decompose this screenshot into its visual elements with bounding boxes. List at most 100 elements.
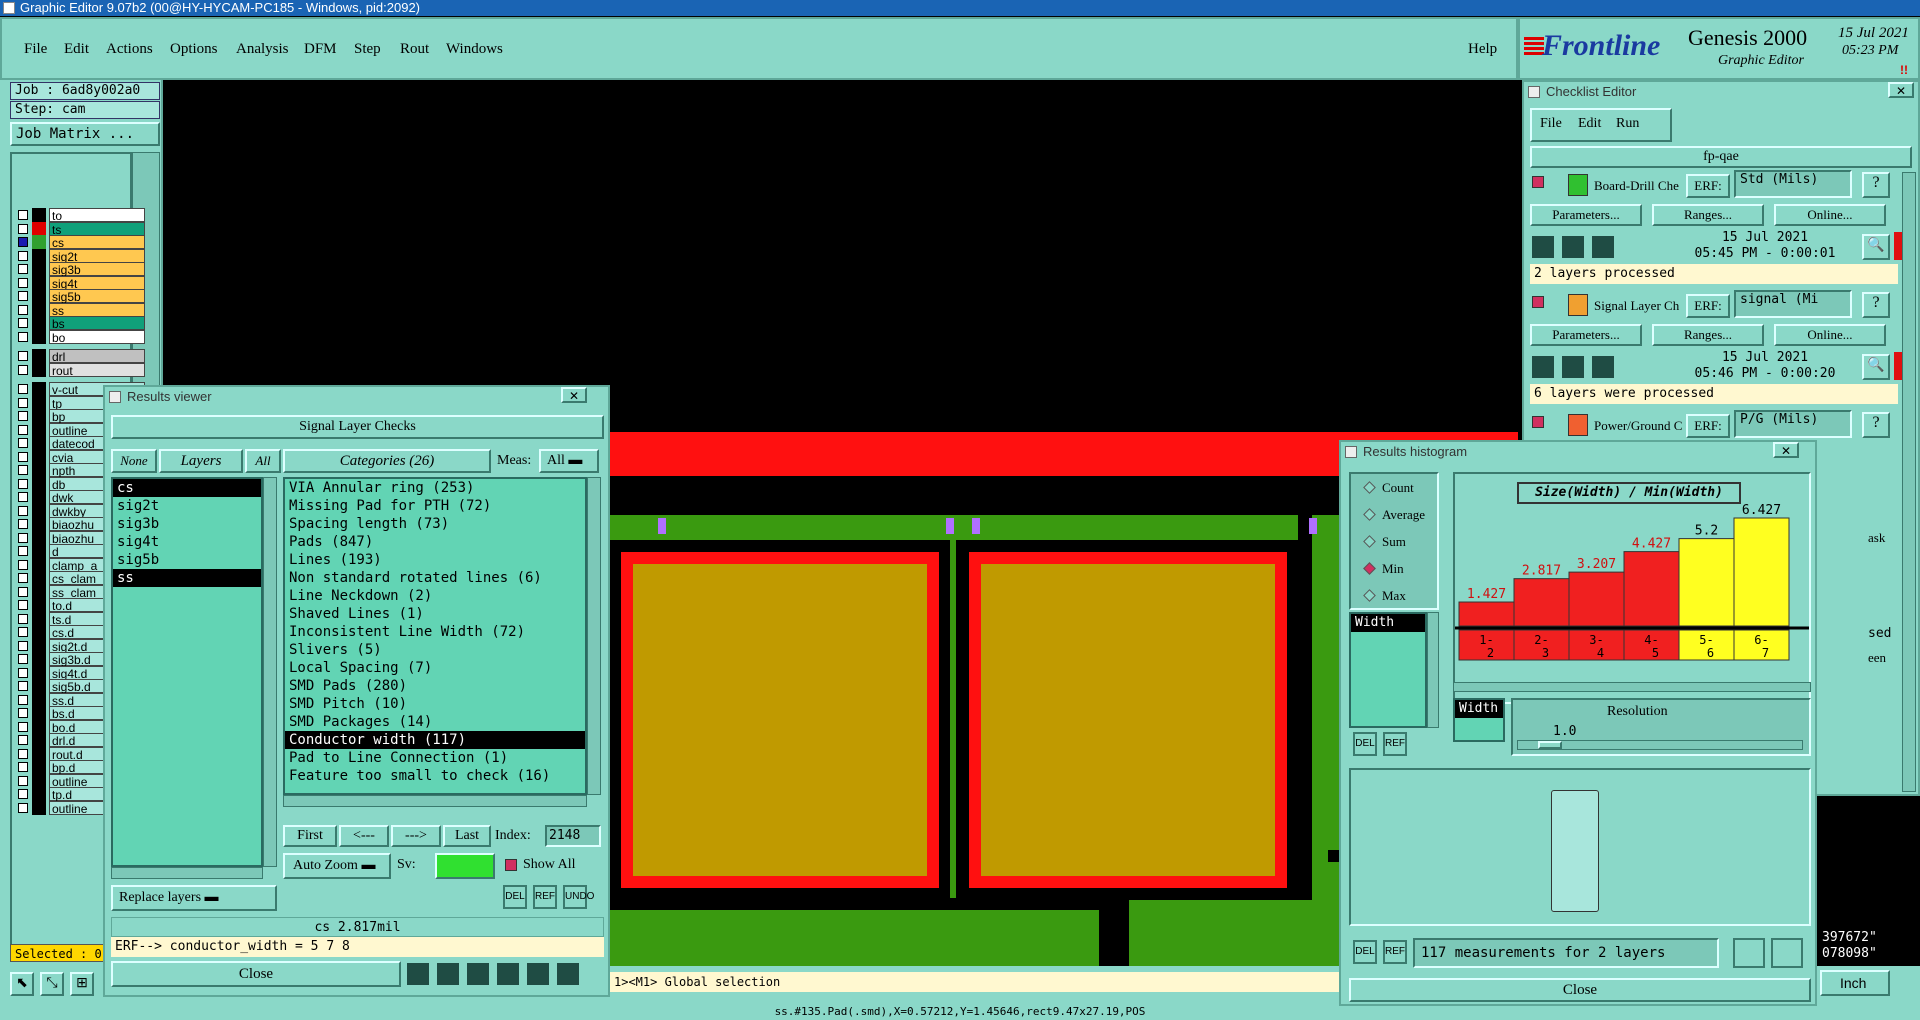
layer-checkbox[interactable] <box>18 237 28 247</box>
check2-zoom-icon[interactable]: 🔍 <box>1862 354 1890 380</box>
menu-rout[interactable]: Rout <box>400 41 429 58</box>
result-layer-item[interactable]: cs <box>113 479 261 497</box>
layer-checkbox[interactable] <box>18 291 28 301</box>
check2-params-button[interactable]: Parameters... <box>1530 324 1642 346</box>
category-item[interactable]: Non standard rotated lines (6) <box>285 569 585 587</box>
layer-row[interactable]: drl <box>14 349 145 364</box>
category-item[interactable]: Feature too small to check (16) <box>285 767 585 785</box>
layer-checkbox[interactable] <box>18 573 28 583</box>
cl-menu-file[interactable]: File <box>1540 116 1562 132</box>
category-item[interactable]: Inconsistent Line Width (72) <box>285 623 585 641</box>
layer-name[interactable]: sig3b <box>49 262 145 277</box>
category-item[interactable]: SMD Pads (280) <box>285 677 585 695</box>
check2-run-icon-2[interactable] <box>1560 354 1586 380</box>
close-icon[interactable]: ✕ <box>1773 442 1799 458</box>
checklist-vscroll[interactable] <box>1902 172 1916 792</box>
layer-checkbox[interactable] <box>18 681 28 691</box>
check1-online-button[interactable]: Online... <box>1774 204 1886 226</box>
layers-none-button[interactable]: None <box>111 449 157 473</box>
layer-checkbox[interactable] <box>18 519 28 529</box>
job-matrix-button[interactable]: Job Matrix ... <box>10 122 160 146</box>
layer-checkbox[interactable] <box>18 735 28 745</box>
check1-name[interactable]: Board-Drill Che <box>1594 178 1684 194</box>
histogram-bar[interactable] <box>1458 601 1515 627</box>
menu-file[interactable]: File <box>24 41 47 58</box>
check2-enable[interactable] <box>1532 296 1544 308</box>
category-item[interactable]: Slivers (5) <box>285 641 585 659</box>
mode-sum-radio[interactable]: Sum <box>1363 534 1406 550</box>
result-layer-item[interactable]: sig5b <box>113 551 261 569</box>
tool-icon-4[interactable] <box>495 961 521 987</box>
layer-row[interactable]: sig3b <box>14 262 145 277</box>
resolution-slider-thumb[interactable] <box>1538 741 1562 749</box>
layer-row[interactable]: bo <box>14 329 145 345</box>
cl-menu-run[interactable]: Run <box>1616 116 1639 132</box>
layer-checkbox[interactable] <box>18 667 28 678</box>
tool-icon-2[interactable] <box>435 961 461 987</box>
layer-checkbox[interactable] <box>18 364 28 375</box>
layer-checkbox[interactable] <box>18 762 28 772</box>
layer-checkbox[interactable] <box>18 424 28 435</box>
check2-ranges-button[interactable]: Ranges... <box>1652 324 1764 346</box>
layer-checkbox[interactable] <box>18 397 28 408</box>
category-item[interactable]: SMD Pitch (10) <box>285 695 585 713</box>
mode-max-radio[interactable]: Max <box>1363 588 1406 604</box>
check3-erf-value[interactable]: P/G (Mils) <box>1734 410 1852 438</box>
field-width-item[interactable]: Width <box>1351 614 1425 632</box>
layers-button[interactable]: Layers <box>159 449 243 473</box>
check3-enable[interactable] <box>1532 416 1544 428</box>
chart-hscroll[interactable] <box>1453 682 1811 692</box>
layers-all-button[interactable]: All <box>245 449 281 473</box>
first-button[interactable]: First <box>283 825 337 847</box>
check1-help-icon[interactable]: ? <box>1862 172 1890 198</box>
layer-row[interactable]: rout <box>14 362 145 378</box>
menu-dfm[interactable]: DFM <box>304 41 337 58</box>
check2-online-button[interactable]: Online... <box>1774 324 1886 346</box>
category-item[interactable]: Local Spacing (7) <box>285 659 585 677</box>
resolution-field-item[interactable]: Width <box>1455 700 1503 718</box>
histogram-bar[interactable] <box>1513 578 1570 627</box>
layer-checkbox[interactable] <box>18 775 28 786</box>
hist-del-button-2[interactable]: DEL <box>1353 940 1377 964</box>
layer-checkbox[interactable] <box>18 250 28 261</box>
layer-results-list[interactable]: cs sig2t sig3b sig4t sig5b ss <box>111 477 263 867</box>
layer-name[interactable]: drl <box>49 349 145 364</box>
layer-checkbox[interactable] <box>18 748 28 759</box>
sv-select[interactable] <box>435 853 495 879</box>
layer-name[interactable]: cs <box>49 235 145 250</box>
last-button[interactable]: Last <box>443 825 491 847</box>
layer-checkbox[interactable] <box>18 304 28 315</box>
field-list-vscroll[interactable] <box>1427 612 1439 728</box>
layer-checkbox[interactable] <box>18 277 28 288</box>
check1-erf-value[interactable]: Std (Mils) <box>1734 170 1852 198</box>
menu-edit[interactable]: Edit <box>64 41 89 58</box>
hist-ref-button[interactable]: REF <box>1383 732 1407 756</box>
check1-run-icon-3[interactable] <box>1590 234 1616 260</box>
units-select[interactable]: Inch <box>1820 970 1890 996</box>
next-button[interactable]: ---> <box>391 825 441 847</box>
resolution-slider[interactable] <box>1517 740 1803 750</box>
layer-name[interactable]: ss <box>49 302 145 318</box>
check2-run-icon-1[interactable] <box>1530 354 1556 380</box>
layer-row[interactable]: ss <box>14 302 145 318</box>
layer-checkbox[interactable] <box>18 600 28 610</box>
layer-checkbox[interactable] <box>18 586 28 597</box>
categories-vscroll[interactable] <box>587 477 601 795</box>
check1-params-button[interactable]: Parameters... <box>1530 204 1642 226</box>
layer-checkbox[interactable] <box>18 451 28 462</box>
ref-button[interactable]: REF <box>533 885 557 909</box>
result-layer-item[interactable]: sig3b <box>113 515 261 533</box>
histogram-bar[interactable] <box>1733 517 1790 627</box>
categories-hscroll[interactable] <box>283 795 587 807</box>
mode-count-radio[interactable]: Count <box>1363 480 1414 496</box>
tool-select-icon[interactable]: ⬉ <box>10 972 34 996</box>
close-icon[interactable]: ✕ <box>1888 82 1914 98</box>
layer-name[interactable]: ts <box>49 221 145 237</box>
result-layer-item[interactable]: sig4t <box>113 533 261 551</box>
layer-checkbox[interactable] <box>18 223 28 234</box>
layer-checkbox[interactable] <box>18 613 28 624</box>
histogram-icon[interactable] <box>555 961 581 987</box>
category-item[interactable]: Conductor width (117) <box>285 731 585 749</box>
check1-ranges-button[interactable]: Ranges... <box>1652 204 1764 226</box>
check2-run-icon-3[interactable] <box>1590 354 1616 380</box>
